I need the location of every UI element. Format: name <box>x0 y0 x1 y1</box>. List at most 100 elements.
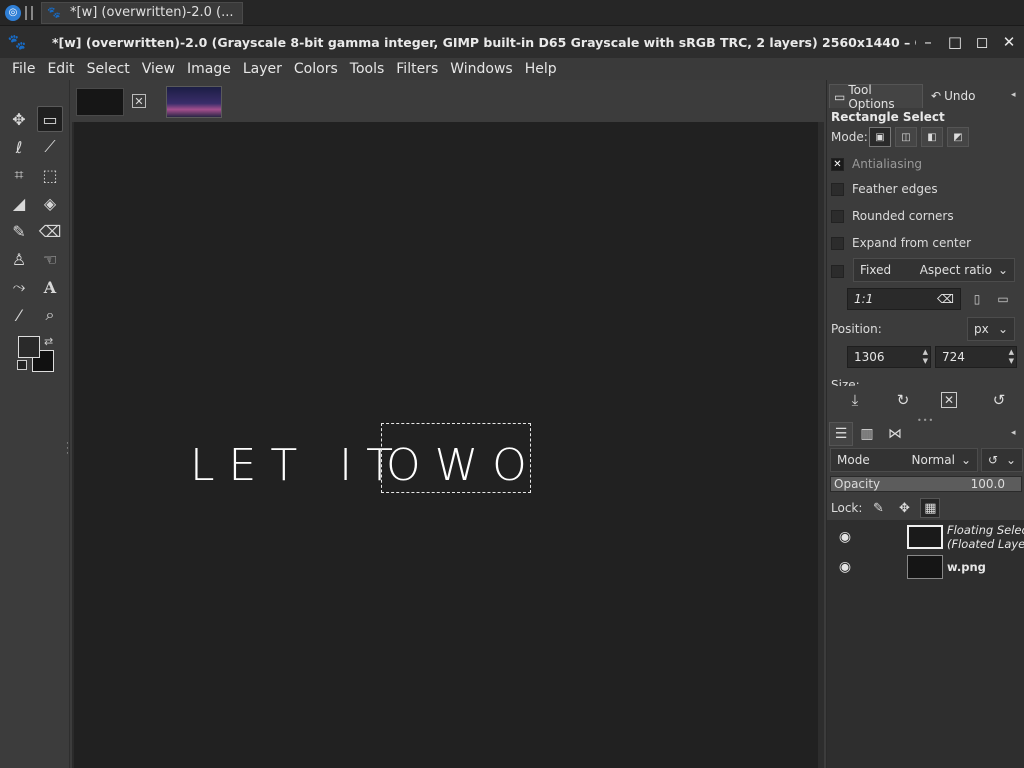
toolbox: ✥ ▭ ℓ ⟋ ⌗ ⬚ ◢ ◈ ✎ ⌫ ♙ ☜ ⤳ A ⁄ ⌕ ⇄ · · · <box>0 80 70 768</box>
text-tool-icon[interactable]: A <box>37 274 63 300</box>
fixed-combo[interactable]: Fixed Aspect ratio ⌄ <box>853 258 1015 282</box>
eye-icon[interactable]: ◉ <box>835 559 855 575</box>
layer-mode-combo[interactable]: Mode Normal ⌄ <box>830 448 978 472</box>
spin-arrows-icon[interactable]: ▲ ▼ <box>923 348 928 366</box>
ratio-input[interactable]: 1:1 ⌫ <box>847 288 961 310</box>
crop-tool-icon[interactable]: ⌗ <box>6 162 32 188</box>
menu-file[interactable]: File <box>6 61 41 77</box>
resize-grip[interactable]: · · · <box>66 440 69 459</box>
fixed-option[interactable] <box>831 262 852 280</box>
clone-tool-icon[interactable]: ♙ <box>6 246 32 272</box>
move-tool-icon[interactable]: ✥ <box>6 106 32 132</box>
canvas-scrollbar[interactable] <box>818 122 824 768</box>
restore-button[interactable]: □ <box>943 30 967 54</box>
transform-tool-icon[interactable]: ⬚ <box>37 162 63 188</box>
eraser-tool-icon[interactable]: ⌫ <box>37 218 63 244</box>
expand-from-center-label: Expand from center <box>852 236 972 250</box>
restore-options-icon[interactable]: ↻ <box>893 390 913 410</box>
menu-help[interactable]: Help <box>519 61 563 77</box>
tab-undo-label: Undo <box>944 89 976 103</box>
delete-options-icon[interactable]: ✕ <box>941 392 957 408</box>
portrait-icon[interactable]: ▯ <box>969 291 985 307</box>
expand-from-center-checkbox[interactable] <box>831 236 844 250</box>
lasso-tool-icon[interactable]: ℓ <box>6 134 32 160</box>
tab-undo[interactable]: ↶ Undo <box>927 84 981 108</box>
opacity-slider[interactable]: Opacity 100.0 <box>830 476 1022 492</box>
layers-tab-icon[interactable]: ☰ <box>829 422 853 446</box>
rounded-corners-option[interactable]: Rounded corners <box>831 207 954 225</box>
layer-row[interactable]: ◉ w.png <box>827 552 1024 582</box>
layers-list: ◉ Floating Selec (Floated Laye ◉ w.png <box>827 520 1024 768</box>
fuzzy-select-tool-icon[interactable]: ⟋ <box>37 134 63 160</box>
menu-tools[interactable]: Tools <box>344 61 391 77</box>
rectangle-selection[interactable] <box>381 423 531 493</box>
lock-label: Lock: <box>831 501 863 515</box>
position-label: Position: <box>831 322 882 336</box>
menu-colors[interactable]: Colors <box>288 61 344 77</box>
feather-edges-checkbox[interactable] <box>831 182 844 196</box>
save-options-icon[interactable]: ⤓ <box>845 390 865 410</box>
image-tab-thumbnail-2[interactable] <box>166 86 222 118</box>
layer-row[interactable]: ◉ Floating Selec (Floated Laye <box>827 522 1024 552</box>
taskbar-task-gimp[interactable]: 🐾 *[w] (overwritten)-2.0 (... <box>41 1 243 24</box>
paths-tab-icon[interactable]: ⋈ <box>883 422 907 446</box>
paths-tool-icon[interactable]: ⤳ <box>6 274 32 300</box>
position-y-input[interactable]: 724 ▲ ▼ <box>935 346 1017 368</box>
mode-replace-icon[interactable]: ▣ <box>869 127 891 147</box>
menu-layer[interactable]: Layer <box>237 61 288 77</box>
system-menu-icon[interactable]: ◎ <box>5 4 21 21</box>
lock-position-icon[interactable]: ✥ <box>894 498 914 518</box>
feather-edges-option[interactable]: Feather edges <box>831 180 938 198</box>
antialiasing-checkbox[interactable]: ✕ <box>831 157 844 171</box>
tab-tool-options[interactable]: ▭ Tool Options <box>829 83 923 111</box>
rounded-corners-checkbox[interactable] <box>831 209 844 223</box>
reset-colors-icon[interactable] <box>17 360 27 370</box>
menu-select[interactable]: Select <box>81 61 136 77</box>
antialiasing-option[interactable]: ✕ Antialiasing <box>831 155 922 173</box>
eye-icon[interactable]: ◉ <box>835 529 855 545</box>
close-icon[interactable]: ✕ <box>132 94 146 108</box>
lock-alpha-icon[interactable]: ▦ <box>920 498 941 518</box>
reset-options-icon[interactable]: ↺ <box>989 390 1009 410</box>
close-button[interactable]: ✕ <box>997 30 1021 54</box>
fixed-checkbox[interactable] <box>831 264 844 278</box>
menu-image[interactable]: Image <box>181 61 237 77</box>
position-y-value: 724 <box>942 350 965 364</box>
menu-edit[interactable]: Edit <box>41 61 80 77</box>
mode-intersect-icon[interactable]: ◩ <box>947 127 969 147</box>
maximize-button[interactable]: ◻ <box>970 30 994 54</box>
color-picker-tool-icon[interactable]: ⁄ <box>6 302 32 328</box>
minimize-button[interactable]: – <box>916 30 940 54</box>
zoom-tool-icon[interactable]: ⌕ <box>37 302 63 328</box>
mode-subtract-icon[interactable]: ◧ <box>921 127 943 147</box>
menu-view[interactable]: View <box>136 61 181 77</box>
layer-name: Floating Selec (Floated Laye <box>947 523 1024 551</box>
rectangle-select-tool-icon[interactable]: ▭ <box>37 106 63 132</box>
antialiasing-label: Antialiasing <box>852 157 923 171</box>
dock-menu-icon[interactable]: ◂ <box>1011 90 1023 102</box>
mode-add-icon[interactable]: ◫ <box>895 127 917 147</box>
gimp-icon[interactable]: 🐾 <box>4 32 30 52</box>
channels-tab-icon[interactable]: ▥ <box>855 422 879 446</box>
workspace-icon[interactable] <box>25 5 33 20</box>
warp-tool-icon[interactable]: ◢ <box>6 190 32 216</box>
chevron-down-icon: ⌄ <box>960 453 971 467</box>
clear-icon[interactable]: ⌫ <box>937 292 954 306</box>
lock-pixels-icon[interactable]: ✎ <box>868 498 888 518</box>
spin-arrows-icon[interactable]: ▲ ▼ <box>1009 348 1014 366</box>
layer-composite-combo[interactable]: ↺ ⌄ <box>981 448 1023 472</box>
dock-menu-icon[interactable]: ◂ <box>1011 428 1023 440</box>
smudge-tool-icon[interactable]: ☜ <box>37 246 63 272</box>
position-x-input[interactable]: 1306 ▲ ▼ <box>847 346 931 368</box>
image-tab-thumbnail-w[interactable] <box>76 88 124 116</box>
menu-filters[interactable]: Filters <box>390 61 444 77</box>
bucket-fill-tool-icon[interactable]: ◈ <box>37 190 63 216</box>
position-unit-combo[interactable]: px ⌄ <box>967 317 1015 341</box>
landscape-icon[interactable]: ▭ <box>995 291 1011 307</box>
swap-colors-icon[interactable]: ⇄ <box>44 335 53 348</box>
paintbrush-tool-icon[interactable]: ✎ <box>6 218 32 244</box>
foreground-color-swatch[interactable] <box>18 336 40 358</box>
menu-windows[interactable]: Windows <box>444 61 519 77</box>
expand-from-center-option[interactable]: Expand from center <box>831 234 971 252</box>
right-dock: ▭ Tool Options ↶ Undo ◂ Rectangle Select… <box>826 80 1024 768</box>
